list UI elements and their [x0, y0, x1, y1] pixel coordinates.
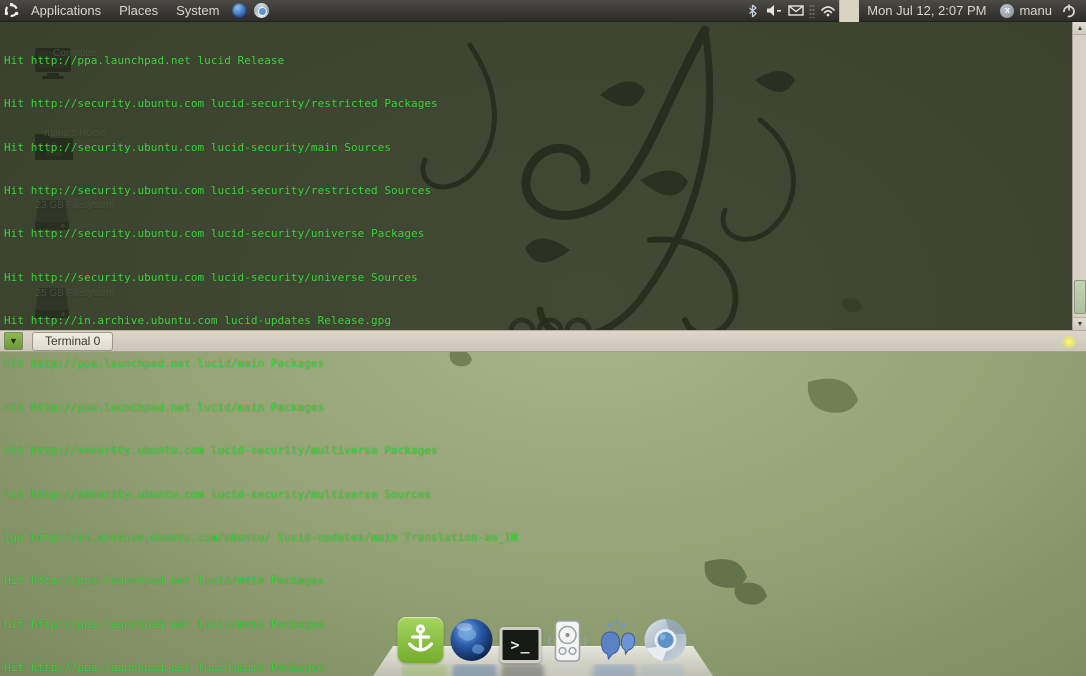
- clock-applet[interactable]: Mon Jul 12, 2:07 PM: [859, 3, 994, 18]
- terminal-line: Hit http://ppa.launchpad.net lucid/main …: [4, 574, 1070, 588]
- terminal-line: Hit http://ppa.launchpad.net lucid/main …: [4, 357, 1070, 371]
- bluetooth-icon: [748, 4, 757, 18]
- terminal-app-icon: >_: [500, 627, 542, 663]
- terminal-line: Hit http://security.ubuntu.com lucid-sec…: [4, 271, 1070, 285]
- mail-envelope-icon: [788, 5, 804, 16]
- dock-item-browser[interactable]: [449, 617, 495, 663]
- terminal-line: Hit http://security.ubuntu.com lucid-sec…: [4, 97, 1070, 111]
- web-browser-globe-icon: [449, 617, 495, 663]
- menu-places[interactable]: Places: [110, 0, 167, 21]
- down-arrow-icon: ▼: [9, 336, 18, 346]
- ubuntu-logo-icon: [4, 3, 19, 18]
- presence-offline-icon: x: [1000, 4, 1014, 18]
- terminal-line: Hit http://security.ubuntu.com lucid-sec…: [4, 184, 1070, 198]
- terminal-line: Hit http://ppa.launchpad.net lucid/main …: [4, 401, 1070, 415]
- terminal-line: Hit http://in.archive.ubuntu.com lucid-u…: [4, 314, 1070, 328]
- dock: >_: [373, 616, 713, 676]
- chromium-icon: [254, 3, 269, 18]
- speaker-volume-icon: [766, 4, 782, 17]
- main-menu-button[interactable]: [0, 0, 22, 21]
- firefox-globe-icon: [232, 3, 247, 18]
- scrollbar-up-arrow-icon[interactable]: ▲: [1073, 22, 1086, 35]
- docky-anchor-icon: [398, 617, 444, 663]
- dock-item-chromium[interactable]: [643, 617, 689, 663]
- terminal-line: Hit http://security.ubuntu.com lucid-sec…: [4, 488, 1070, 502]
- terminal-line: Hit http://security.ubuntu.com lucid-sec…: [4, 227, 1070, 241]
- dock-reflection: [402, 664, 685, 676]
- terminal-tab-bar: ▼ Terminal 0: [0, 330, 1086, 352]
- terminal-line: Ign http://in.archive.ubuntu.com/ubuntu/…: [4, 531, 1070, 545]
- terminal-line: Hit http://security.ubuntu.com lucid-sec…: [4, 444, 1070, 458]
- dock-item-terminal[interactable]: >_: [500, 627, 542, 663]
- desktop-screen: Computer manu's Home 23 GB Filesystem: [0, 0, 1086, 676]
- top-panel: Applications Places System: [0, 0, 1086, 22]
- wifi-signal-icon: [820, 5, 836, 17]
- dock-item-empathy[interactable]: [594, 619, 638, 663]
- applet-drag-handle[interactable]: [809, 4, 815, 18]
- terminal-line: Hit http://ppa.launchpad.net lucid Relea…: [4, 54, 1070, 68]
- dock-items: >_: [398, 617, 689, 663]
- mail-indicator-applet[interactable]: [785, 0, 807, 21]
- username-label: manu: [1019, 3, 1052, 18]
- network-applet[interactable]: [817, 0, 839, 21]
- scrollbar-down-arrow-icon[interactable]: ▼: [1073, 317, 1086, 330]
- dock-item-media-player[interactable]: [547, 619, 589, 663]
- power-icon: [1062, 4, 1076, 18]
- me-menu[interactable]: x manu: [994, 3, 1058, 18]
- terminal-tab[interactable]: Terminal 0: [32, 332, 113, 351]
- menu-system[interactable]: System: [167, 0, 228, 21]
- chromium-browser-icon: [643, 617, 689, 663]
- tray-placeholder: [839, 0, 859, 22]
- volume-applet[interactable]: [763, 0, 785, 21]
- bluetooth-applet[interactable]: [741, 0, 763, 21]
- scrollbar-thumb[interactable]: [1074, 280, 1086, 314]
- dock-item-docky[interactable]: [398, 617, 444, 663]
- terminal-line: Hit http://security.ubuntu.com lucid-sec…: [4, 141, 1070, 155]
- firefox-launcher[interactable]: [228, 0, 250, 21]
- menu-applications[interactable]: Applications: [22, 0, 110, 21]
- chromium-launcher[interactable]: [250, 0, 272, 21]
- hide-terminal-button[interactable]: ▼: [4, 332, 23, 350]
- empathy-messenger-icon: [594, 619, 638, 663]
- media-player-speaker-icon: [547, 619, 589, 663]
- session-menu[interactable]: [1058, 0, 1080, 21]
- terminal-window[interactable]: Hit http://ppa.launchpad.net lucid Relea…: [0, 22, 1086, 330]
- terminal-scrollbar[interactable]: ▲ ▼: [1072, 22, 1086, 330]
- notification-glow-icon: [1062, 335, 1076, 349]
